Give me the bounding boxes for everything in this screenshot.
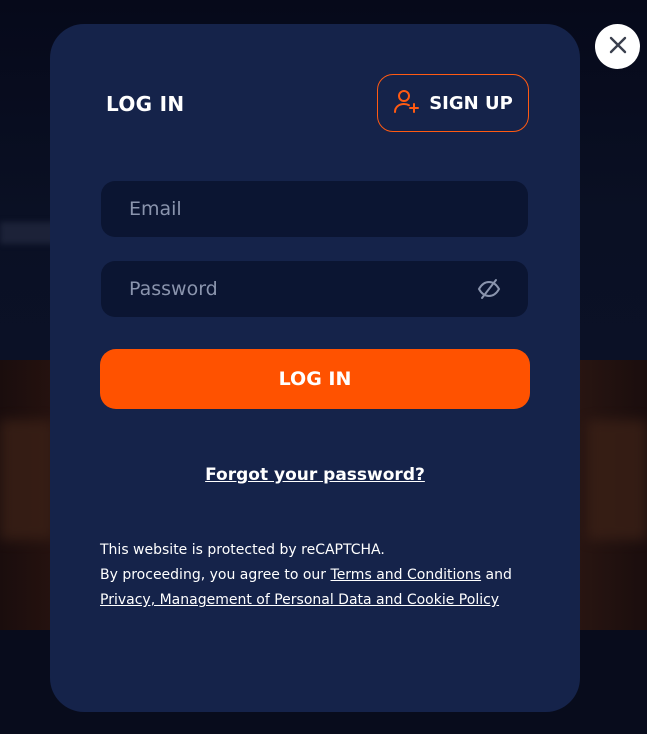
agreement-suffix: and	[481, 567, 512, 583]
recaptcha-notice: This website is protected by reCAPTCHA.	[100, 542, 385, 558]
password-field[interactable]	[127, 277, 468, 301]
modal-title: LOG IN	[106, 92, 185, 116]
agreement-prefix: By proceeding, you agree to our	[100, 567, 331, 583]
email-field-container	[101, 181, 528, 237]
sign-up-label: SIGN UP	[429, 92, 513, 114]
close-button[interactable]	[595, 24, 640, 69]
email-field[interactable]	[127, 197, 502, 221]
eye-off-icon[interactable]	[476, 276, 502, 302]
login-modal: LOG IN SIGN UP LOG IN Forgot your passwo…	[50, 24, 580, 712]
forgot-password-container: Forgot your password?	[50, 465, 580, 485]
privacy-policy-link[interactable]: Privacy, Management of Personal Data and…	[100, 592, 499, 608]
close-icon	[607, 34, 629, 60]
forgot-password-link[interactable]: Forgot your password?	[205, 465, 425, 485]
password-field-container	[101, 261, 528, 317]
sign-up-button[interactable]: SIGN UP	[377, 74, 529, 132]
legal-text: This website is protected by reCAPTCHA. …	[100, 538, 540, 613]
background-blur	[0, 420, 55, 540]
user-plus-icon	[393, 87, 421, 120]
login-button[interactable]: LOG IN	[100, 349, 530, 409]
background-blur	[587, 420, 647, 540]
terms-link[interactable]: Terms and Conditions	[331, 567, 482, 583]
